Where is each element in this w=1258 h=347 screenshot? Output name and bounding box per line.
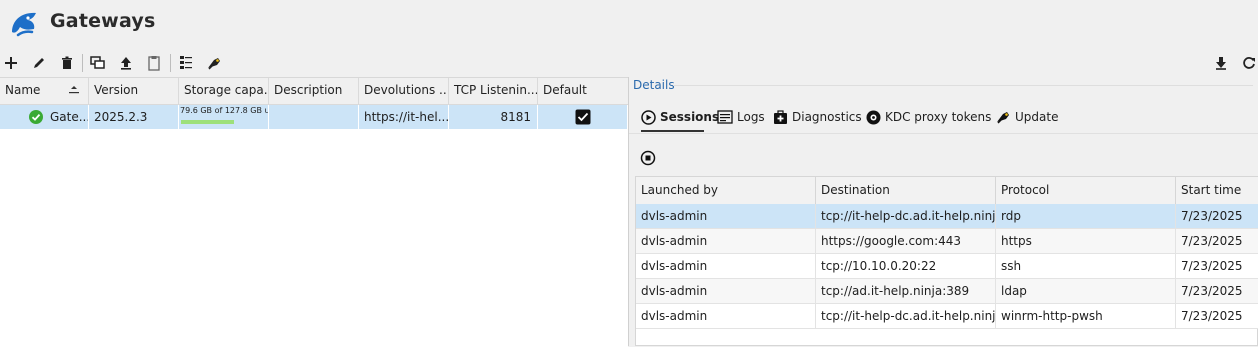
session-launched-by: dvls-admin bbox=[636, 304, 816, 328]
tab-label: Diagnostics bbox=[792, 110, 862, 124]
gateways-grid-header: Name Version Storage capa... Description… bbox=[0, 78, 628, 105]
gateway-url: https://it-hel... bbox=[359, 105, 449, 129]
gateway-default-cell bbox=[538, 105, 628, 129]
gateway-name: Gate... bbox=[50, 110, 89, 124]
session-destination: tcp://ad.it-help.ninja:389 bbox=[816, 279, 996, 303]
gateway-row[interactable]: Gate... 2025.2.3 79.6 GB of 127.8 GB us … bbox=[0, 105, 628, 129]
session-destination: tcp://it-help-dc.ad.it-help.ninj... bbox=[816, 304, 996, 328]
clipboard-button[interactable] bbox=[144, 54, 164, 72]
session-protocol: ssh bbox=[996, 254, 1176, 278]
gateways-grid: Name Version Storage capa... Description… bbox=[0, 77, 628, 347]
toolbar-separator bbox=[82, 54, 83, 72]
session-start-time: 7/23/2025 bbox=[1181, 234, 1243, 248]
upload-button[interactable] bbox=[116, 54, 136, 72]
gateway-name-cell: Gate... bbox=[0, 105, 89, 129]
session-launched-by: dvls-admin bbox=[636, 279, 816, 303]
session-launched-by: dvls-admin bbox=[636, 204, 816, 228]
duplicate-button[interactable] bbox=[88, 54, 108, 72]
session-start-time: 7/23/2025 bbox=[1181, 209, 1243, 223]
session-destination: https://google.com:443 bbox=[816, 229, 996, 253]
sessions-grid-header: Launched by Destination Protocol Start t… bbox=[636, 177, 1258, 205]
gateway-storage-cell: 79.6 GB of 127.8 GB us bbox=[179, 105, 269, 129]
gateway-tcp-port: 8181 bbox=[449, 105, 538, 129]
tab-diagnostics[interactable]: Diagnostics bbox=[773, 103, 862, 131]
session-row[interactable]: dvls-admin tcp://10.10.0.20:22 ssh 7/23/202… bbox=[636, 254, 1258, 279]
default-checkbox[interactable] bbox=[575, 109, 591, 125]
sessions-grid: Launched by Destination Protocol Start t… bbox=[635, 176, 1258, 346]
column-header-version[interactable]: Version bbox=[89, 78, 179, 104]
logs-icon bbox=[717, 110, 733, 124]
session-start-time: 7/23/2025 bbox=[1181, 309, 1243, 323]
delete-button[interactable] bbox=[57, 54, 77, 72]
pane-splitter[interactable] bbox=[628, 77, 629, 346]
column-header-default[interactable]: Default bbox=[538, 78, 628, 104]
session-row[interactable]: dvls-admin tcp://it-help-dc.ad.it-help.ni… bbox=[636, 204, 1258, 229]
column-header-launched-by[interactable]: Launched by bbox=[636, 177, 816, 204]
column-header-storage[interactable]: Storage capa... bbox=[179, 78, 269, 104]
storage-usage-bar bbox=[181, 120, 267, 124]
gateway-description bbox=[269, 105, 359, 129]
stop-session-button[interactable] bbox=[640, 150, 656, 166]
tab-update[interactable]: Update bbox=[995, 103, 1058, 131]
tab-label: Update bbox=[1015, 110, 1059, 124]
session-start-time: 7/23/2025 bbox=[1181, 284, 1243, 298]
token-icon bbox=[866, 110, 881, 125]
session-protocol: winrm-http-pwsh bbox=[996, 304, 1176, 328]
page-title: Gateways bbox=[50, 10, 156, 32]
tab-label: Logs bbox=[737, 110, 765, 124]
diagnostics-icon bbox=[773, 109, 788, 125]
active-tab-indicator bbox=[641, 130, 704, 132]
session-start-time: 7/23/2025 bbox=[1181, 259, 1243, 273]
session-row[interactable]: dvls-admin tcp://ad.it-help.ninja:389 ldap… bbox=[636, 279, 1258, 304]
add-button[interactable] bbox=[1, 54, 21, 72]
column-header-name[interactable]: Name bbox=[0, 78, 89, 104]
session-protocol: ldap bbox=[996, 279, 1176, 303]
tab-label: KDC proxy tokens bbox=[885, 110, 992, 124]
refresh-button[interactable] bbox=[1239, 54, 1258, 72]
column-header-description[interactable]: Description bbox=[269, 78, 359, 104]
session-destination: tcp://it-help-dc.ad.it-help.ninj... bbox=[816, 204, 996, 228]
session-launched-by: dvls-admin bbox=[636, 229, 816, 253]
details-divider bbox=[673, 85, 1253, 86]
session-row[interactable]: dvls-admin tcp://it-help-dc.ad.it-help.ni… bbox=[636, 304, 1258, 329]
edit-button[interactable] bbox=[29, 54, 49, 72]
session-protocol: https bbox=[996, 229, 1176, 253]
download-button[interactable] bbox=[1211, 54, 1231, 72]
update-icon bbox=[995, 110, 1011, 124]
toolbar-separator bbox=[170, 54, 171, 72]
column-header-destination[interactable]: Destination bbox=[816, 177, 996, 204]
key-button[interactable] bbox=[204, 54, 224, 72]
details-label: Details bbox=[633, 78, 675, 92]
column-header-tcp-listener[interactable]: TCP Listenin... bbox=[449, 78, 538, 104]
column-header-protocol[interactable]: Protocol bbox=[996, 177, 1176, 204]
tabs-divider bbox=[629, 133, 1258, 134]
session-destination: tcp://10.10.0.20:22 bbox=[816, 254, 996, 278]
session-protocol: rdp bbox=[996, 204, 1176, 228]
session-launched-by: dvls-admin bbox=[636, 254, 816, 278]
properties-button[interactable] bbox=[176, 54, 196, 72]
tab-logs[interactable]: Logs bbox=[717, 103, 765, 131]
page-header: Gateways bbox=[0, 0, 1258, 50]
gateway-version: 2025.2.3 bbox=[89, 105, 179, 129]
stop-icon bbox=[640, 150, 656, 166]
storage-usage-bar-fill bbox=[181, 120, 234, 124]
column-header-start-time[interactable]: Start time bbox=[1176, 177, 1258, 204]
column-header-label: Name bbox=[5, 83, 41, 97]
sort-ascending-icon bbox=[68, 78, 80, 102]
session-row[interactable]: dvls-admin https://google.com:443 https 7/2… bbox=[636, 229, 1258, 254]
column-header-devolutions-url[interactable]: Devolutions ... bbox=[359, 78, 449, 104]
devolutions-logo-icon bbox=[8, 8, 42, 40]
tab-label: Sessions bbox=[660, 110, 720, 124]
play-icon bbox=[641, 109, 656, 125]
tab-sessions[interactable]: Sessions bbox=[641, 103, 719, 131]
tab-kdc-proxy-tokens[interactable]: KDC proxy tokens bbox=[866, 103, 991, 131]
status-online-icon bbox=[29, 110, 43, 124]
